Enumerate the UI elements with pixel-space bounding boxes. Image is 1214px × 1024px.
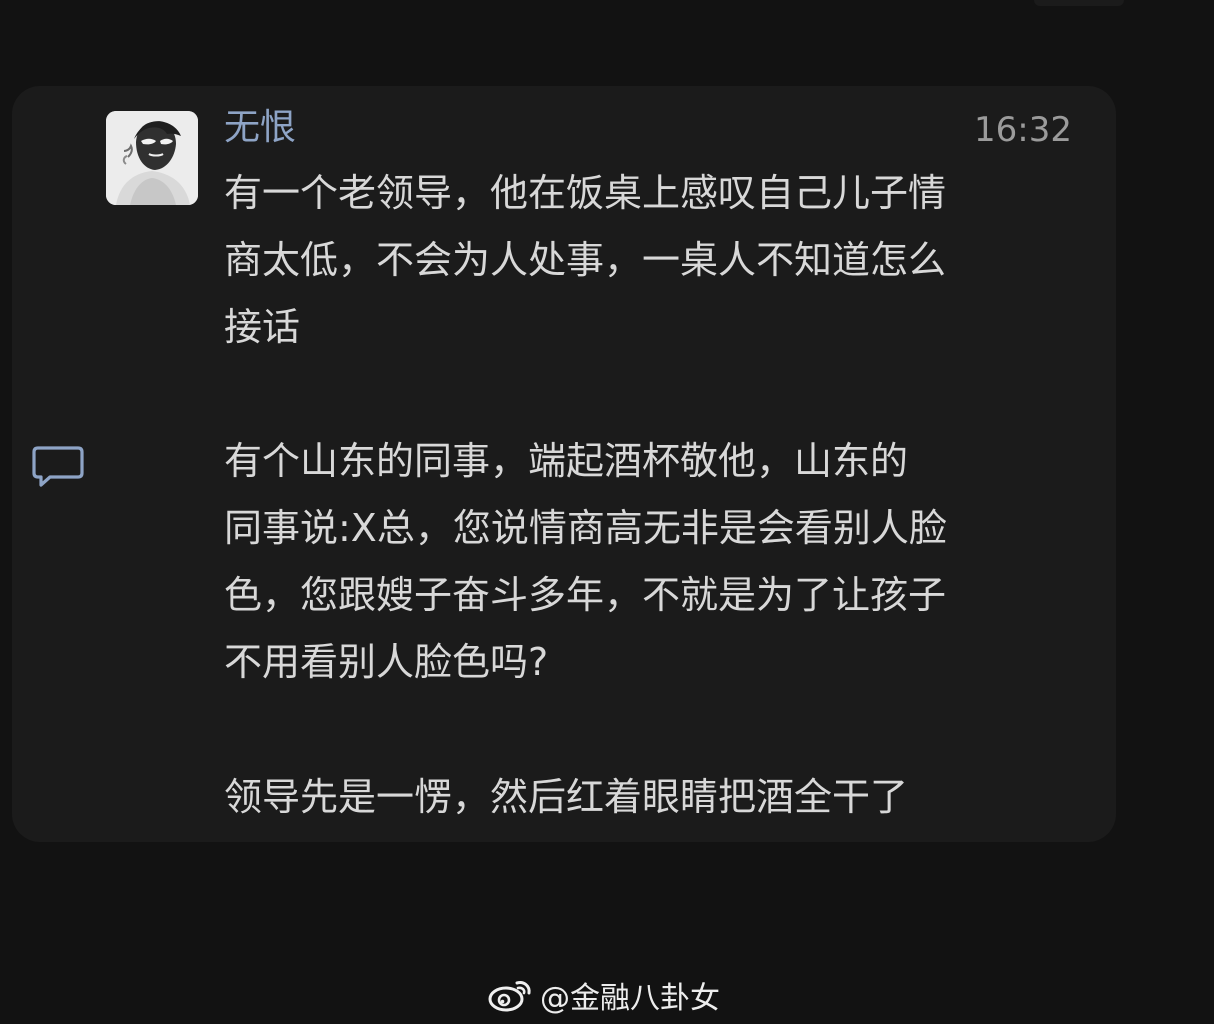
- comment-bubble-icon: [32, 446, 84, 487]
- avatar-illustration-icon: [106, 111, 198, 205]
- weibo-logo-icon: [488, 981, 531, 1012]
- message-line: 有个山东的同事，端起酒杯敬他，山东的: [224, 439, 909, 483]
- source-watermark: @金融八卦女: [486, 972, 720, 1018]
- message-line: 接话: [224, 305, 301, 349]
- message-paragraph-1: 有一个老领导，他在饭桌上感叹自己儿子情 商太低，不会为人处事，一桌人不知道怎么 …: [224, 160, 1094, 361]
- comment-button[interactable]: [32, 442, 84, 490]
- message-line: 不用看别人脸色吗?: [224, 640, 549, 684]
- author-name[interactable]: 无恨: [224, 104, 296, 152]
- screenshot-page: 无恨 16:32 有一个老领导，他在饭桌上感叹自己儿子情 商太低，不会为人处事，…: [0, 0, 1214, 1024]
- message-line: 同事说:X总，您说情商高无非是会看别人脸: [224, 506, 947, 550]
- message-line: 商太低，不会为人处事，一桌人不知道怎么: [224, 238, 947, 282]
- top-edge-shadow: [1034, 0, 1124, 6]
- message-paragraph-2: 有个山东的同事，端起酒杯敬他，山东的 同事说:X总，您说情商高无非是会看别人脸 …: [224, 428, 1094, 696]
- watermark-text: @金融八卦女: [540, 981, 720, 1016]
- message-paragraph-3: 领导先是一愣，然后红着眼睛把酒全干了: [224, 764, 1094, 831]
- message-line: 色，您跟嫂子奋斗多年，不就是为了让孩子: [224, 573, 947, 617]
- message-timestamp: 16:32: [974, 110, 1072, 150]
- message-line: 领导先是一愣，然后红着眼睛把酒全干了: [224, 775, 909, 819]
- message-line: 有一个老领导，他在饭桌上感叹自己儿子情: [224, 171, 947, 215]
- avatar[interactable]: [106, 111, 198, 205]
